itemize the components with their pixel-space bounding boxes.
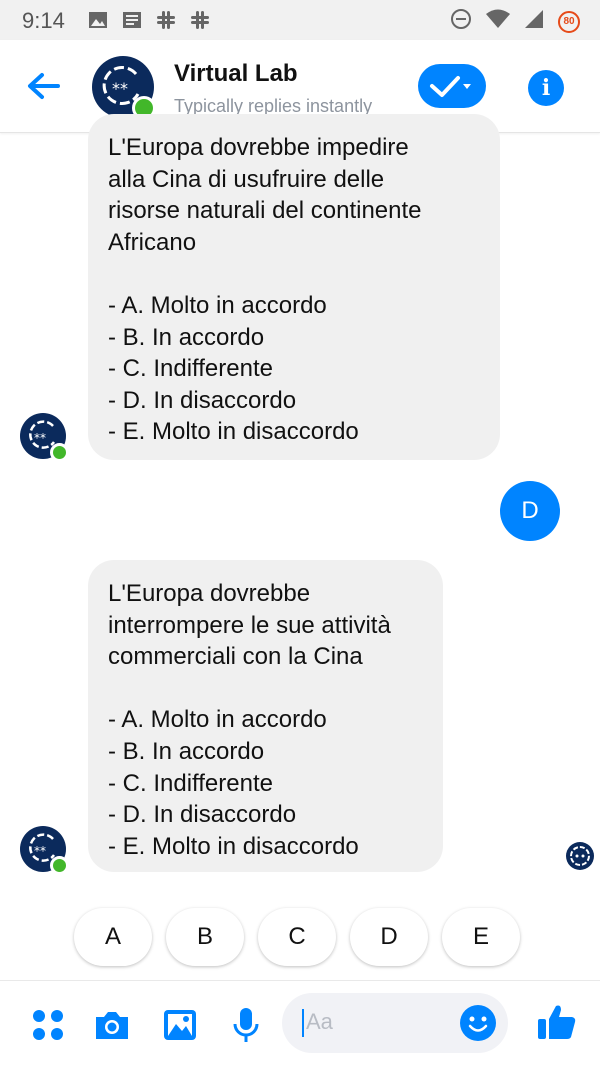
gallery-notification-icon <box>88 10 108 30</box>
message-text: L'Europa dovrebbe interrompere le sue at… <box>108 580 391 860</box>
emoji-button[interactable] <box>460 1005 496 1041</box>
quick-reply-c[interactable]: C <box>258 908 336 966</box>
svg-text:**: ** <box>112 79 128 98</box>
quick-replies: A B C D E <box>74 908 520 966</box>
wifi-icon <box>486 9 510 34</box>
status-time: 9:14 <box>22 8 65 33</box>
bot-avatar[interactable]: ** <box>92 56 156 120</box>
svg-text:**: ** <box>34 431 46 445</box>
image-icon <box>164 1010 196 1040</box>
slack-icon <box>156 10 176 30</box>
back-button[interactable] <box>24 66 64 106</box>
bot-message: L'Europa dovrebbe impedire alla Cina di … <box>88 114 500 460</box>
online-indicator <box>50 443 69 462</box>
quick-reply-a[interactable]: A <box>74 908 152 966</box>
thumbs-up-icon <box>538 1005 576 1039</box>
message-text: L'Europa dovrebbe impedire alla Cina di … <box>108 134 422 446</box>
bot-avatar[interactable]: ** <box>20 413 69 462</box>
confirm-dropdown-button[interactable] <box>418 64 486 108</box>
notification-icons <box>88 10 210 30</box>
do-not-disturb-icon <box>450 8 472 35</box>
text-cursor <box>302 1009 304 1037</box>
battery-icon: 80 <box>558 10 580 33</box>
status-bar: 9:14 80 <box>0 0 600 40</box>
camera-icon <box>96 1012 128 1039</box>
page-title: Virtual Lab <box>174 60 298 87</box>
message-text: D <box>521 497 539 524</box>
grid-dots-icon <box>33 1010 63 1040</box>
quick-reply-d[interactable]: D <box>350 908 428 966</box>
signal-icon <box>524 9 544 34</box>
voice-button[interactable] <box>226 1005 266 1045</box>
message-composer: Aa <box>0 980 600 1068</box>
bot-message: L'Europa dovrebbe interrompere le sue at… <box>88 560 443 872</box>
check-dropdown-icon <box>430 76 471 97</box>
like-button[interactable] <box>536 1001 576 1041</box>
quick-reply-e[interactable]: E <box>442 908 520 966</box>
system-icons: 80 <box>450 8 580 35</box>
online-indicator <box>50 856 69 875</box>
microphone-icon <box>233 1008 259 1042</box>
message-input[interactable]: Aa <box>282 993 508 1053</box>
arrow-left-icon <box>28 73 60 99</box>
quick-reply-b[interactable]: B <box>166 908 244 966</box>
news-notification-icon <box>122 10 142 30</box>
smiley-icon <box>468 1016 488 1032</box>
more-apps-button[interactable] <box>28 1005 68 1045</box>
seen-receipt-icon <box>566 842 594 870</box>
message-input-placeholder: Aa <box>306 1009 333 1034</box>
bot-avatar[interactable]: ** <box>20 826 69 875</box>
slack-icon <box>190 10 210 30</box>
camera-button[interactable] <box>92 1005 132 1045</box>
gallery-button[interactable] <box>160 1005 200 1045</box>
info-icon: i <box>541 75 551 101</box>
info-button[interactable]: i <box>528 70 564 106</box>
svg-text:**: ** <box>34 844 46 858</box>
user-message: D <box>500 481 560 541</box>
